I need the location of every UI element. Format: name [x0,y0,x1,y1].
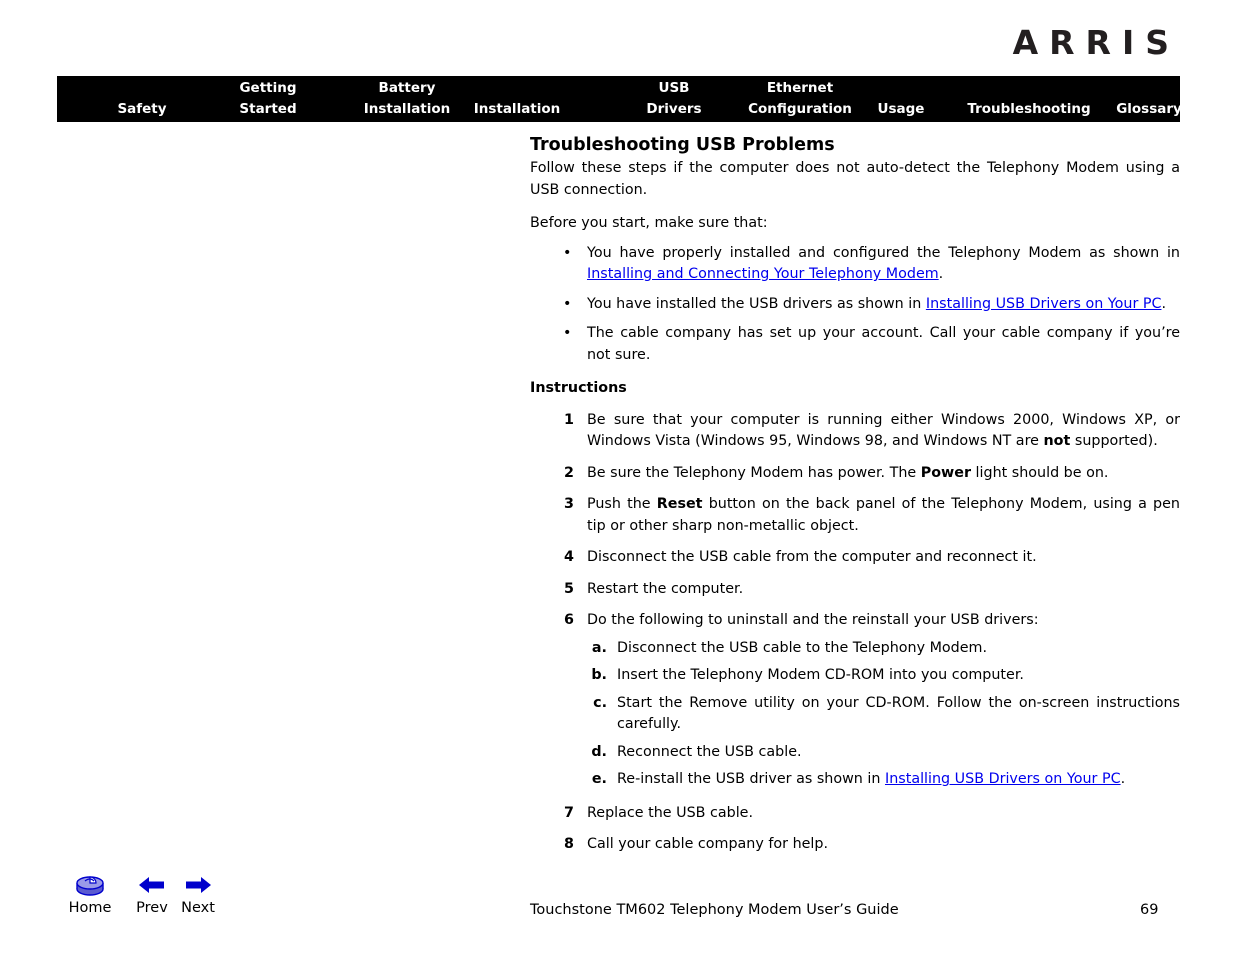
substep-letter: b. [591,667,607,683]
list-item: e. Re-install the USB driver as shown in … [587,769,1180,791]
step-text-part1: Restart the computer. [587,580,744,597]
step-text-part1: Push the [587,496,657,512]
list-item: 2 Be sure the Telephony Modem has power. … [530,463,1180,485]
step-text-part2: supported). [1070,433,1158,449]
list-item: 6 Do the following to uninstall and the r… [530,610,1180,791]
step-number: 1 [564,411,574,428]
arrow-left-icon [129,872,175,898]
step-number: 4 [564,549,574,565]
substep-text: Start the Remove utility on your CD-ROM.… [617,694,1180,733]
nav-item-ethernet-configuration-line1: Ethernet [766,80,834,96]
list-item: • You have properly installed and configu… [530,243,1180,286]
footer-navigation: Home Prev Next [57,872,257,932]
list-item: • The cable company has set up your accou… [530,323,1180,366]
nav-item-getting-started[interactable]: Getting Started [207,78,329,120]
list-item: 5 Restart the computer. [530,579,1180,601]
footer-page-number: 69 [1140,902,1159,918]
step-text-part1: Do the following to uninstall and the re… [587,612,1039,628]
footer-document-title: Touchstone TM602 Telephony Modem User’s … [530,902,899,918]
prereq-text-post: . [938,266,944,282]
link-installing-usb-drivers-on-your-pc[interactable]: Installing USB Drivers on Your PC [885,771,1121,787]
nav-item-safety[interactable]: Safety [97,99,187,120]
step-emphasis: not [1043,433,1071,449]
arrow-right-icon [175,872,221,898]
bullet-icon: • [563,325,572,341]
step-text-part1: Disconnect the USB cable from the comput… [587,549,1037,565]
before-you-start-paragraph: Before you start, make sure that: [530,215,768,231]
list-item: 7 Replace the USB cable. [530,803,1180,825]
home-button-label: Home [68,900,112,916]
page-title: Troubleshooting USB Problems [530,135,835,155]
next-button[interactable]: Next [175,872,221,916]
main-content: Troubleshooting USB Problems Follow thes… [530,134,1180,866]
next-button-label: Next [181,900,215,916]
step-number: 7 [564,804,574,821]
step-number: 6 [564,612,574,628]
list-item: 8 Call your cable company for help. [530,834,1180,856]
prerequisites-list: • You have properly installed and configu… [530,243,1180,367]
home-disc-icon [59,872,121,898]
prev-button-label: Prev [136,900,168,916]
nav-item-getting-started-line1: Getting [239,80,297,96]
nav-item-glossary-label: Glossary [1116,101,1182,117]
list-item: b. Insert the Telephony Modem CD-ROM into… [587,665,1180,687]
list-item: c. Start the Remove utility on your CD-RO… [587,693,1180,736]
substep-text: Insert the Telephony Modem CD-ROM into y… [617,667,1024,683]
step-number: 3 [564,496,574,512]
step-text-part1: Call your cable company for help. [587,836,829,852]
chapter-navigation-bar: Safety Getting Started Battery Installat… [57,76,1182,122]
nav-item-battery-installation-line1: Battery [378,80,436,96]
list-item: • You have installed the USB drivers as s… [530,294,1180,316]
prereq-text-pre: You have properly installed and configur… [587,244,1180,261]
arris-logo: ARRIS [1012,23,1180,62]
substep-text: Disconnect the USB cable to the Telephon… [617,639,988,656]
instructions-heading: Instructions [530,380,627,396]
substep-text: Re-install the USB driver as shown in [617,771,885,787]
substeps-list: a. Disconnect the USB cable to the Teleph… [587,638,1180,791]
step-emphasis: Power [920,464,971,481]
intro-paragraph: Follow these steps if the computer does … [530,160,1180,198]
step-number: 8 [564,836,574,852]
list-item: d. Reconnect the USB cable. [587,742,1180,764]
step-emphasis: Reset [656,496,703,512]
step-number: 5 [564,580,574,597]
substep-letter: e. [591,771,607,787]
list-item: 1 Be sure that your computer is running e… [530,410,1180,453]
link-installing-and-connecting-your-telephony-modem[interactable]: Installing and Connecting Your Telephony… [587,266,939,282]
nav-item-safety-label: Safety [117,101,167,117]
nav-item-installation[interactable]: Installation [425,99,609,120]
bullet-icon: • [563,295,572,312]
prereq-text-pre: The cable company has set up your accoun… [587,325,1180,363]
list-item: 3 Push the Reset button on the back panel… [530,494,1180,537]
home-button[interactable]: Home [59,872,121,916]
nav-item-getting-started-line2: Started [239,101,297,117]
step-number: 2 [564,464,574,481]
substep-text-post: . [1120,771,1126,787]
substep-letter: d. [591,743,607,760]
prereq-text-post: . [1161,295,1167,312]
page-header: ARRIS [0,0,1235,76]
substep-letter: c. [593,694,607,711]
list-item: a. Disconnect the USB cable to the Teleph… [587,638,1180,660]
list-item: 4 Disconnect the USB cable from the compu… [530,547,1180,569]
bullet-icon: • [563,244,572,261]
prev-button[interactable]: Prev [129,872,175,916]
instructions-list: 1 Be sure that your computer is running e… [530,410,1180,856]
substep-text: Reconnect the USB cable. [617,743,802,760]
substep-letter: a. [591,639,607,656]
step-text-part1: Replace the USB cable. [587,804,754,821]
prereq-text-pre: You have installed the USB drivers as sh… [587,295,926,312]
nav-item-glossary[interactable]: Glossary [1091,99,1207,120]
link-installing-usb-drivers-on-your-pc[interactable]: Installing USB Drivers on Your PC [926,296,1162,312]
step-text-part1: Be sure the Telephony Modem has power. T… [587,464,921,481]
step-text-part2: light should be on. [971,464,1109,481]
nav-item-installation-label: Installation [473,101,561,117]
